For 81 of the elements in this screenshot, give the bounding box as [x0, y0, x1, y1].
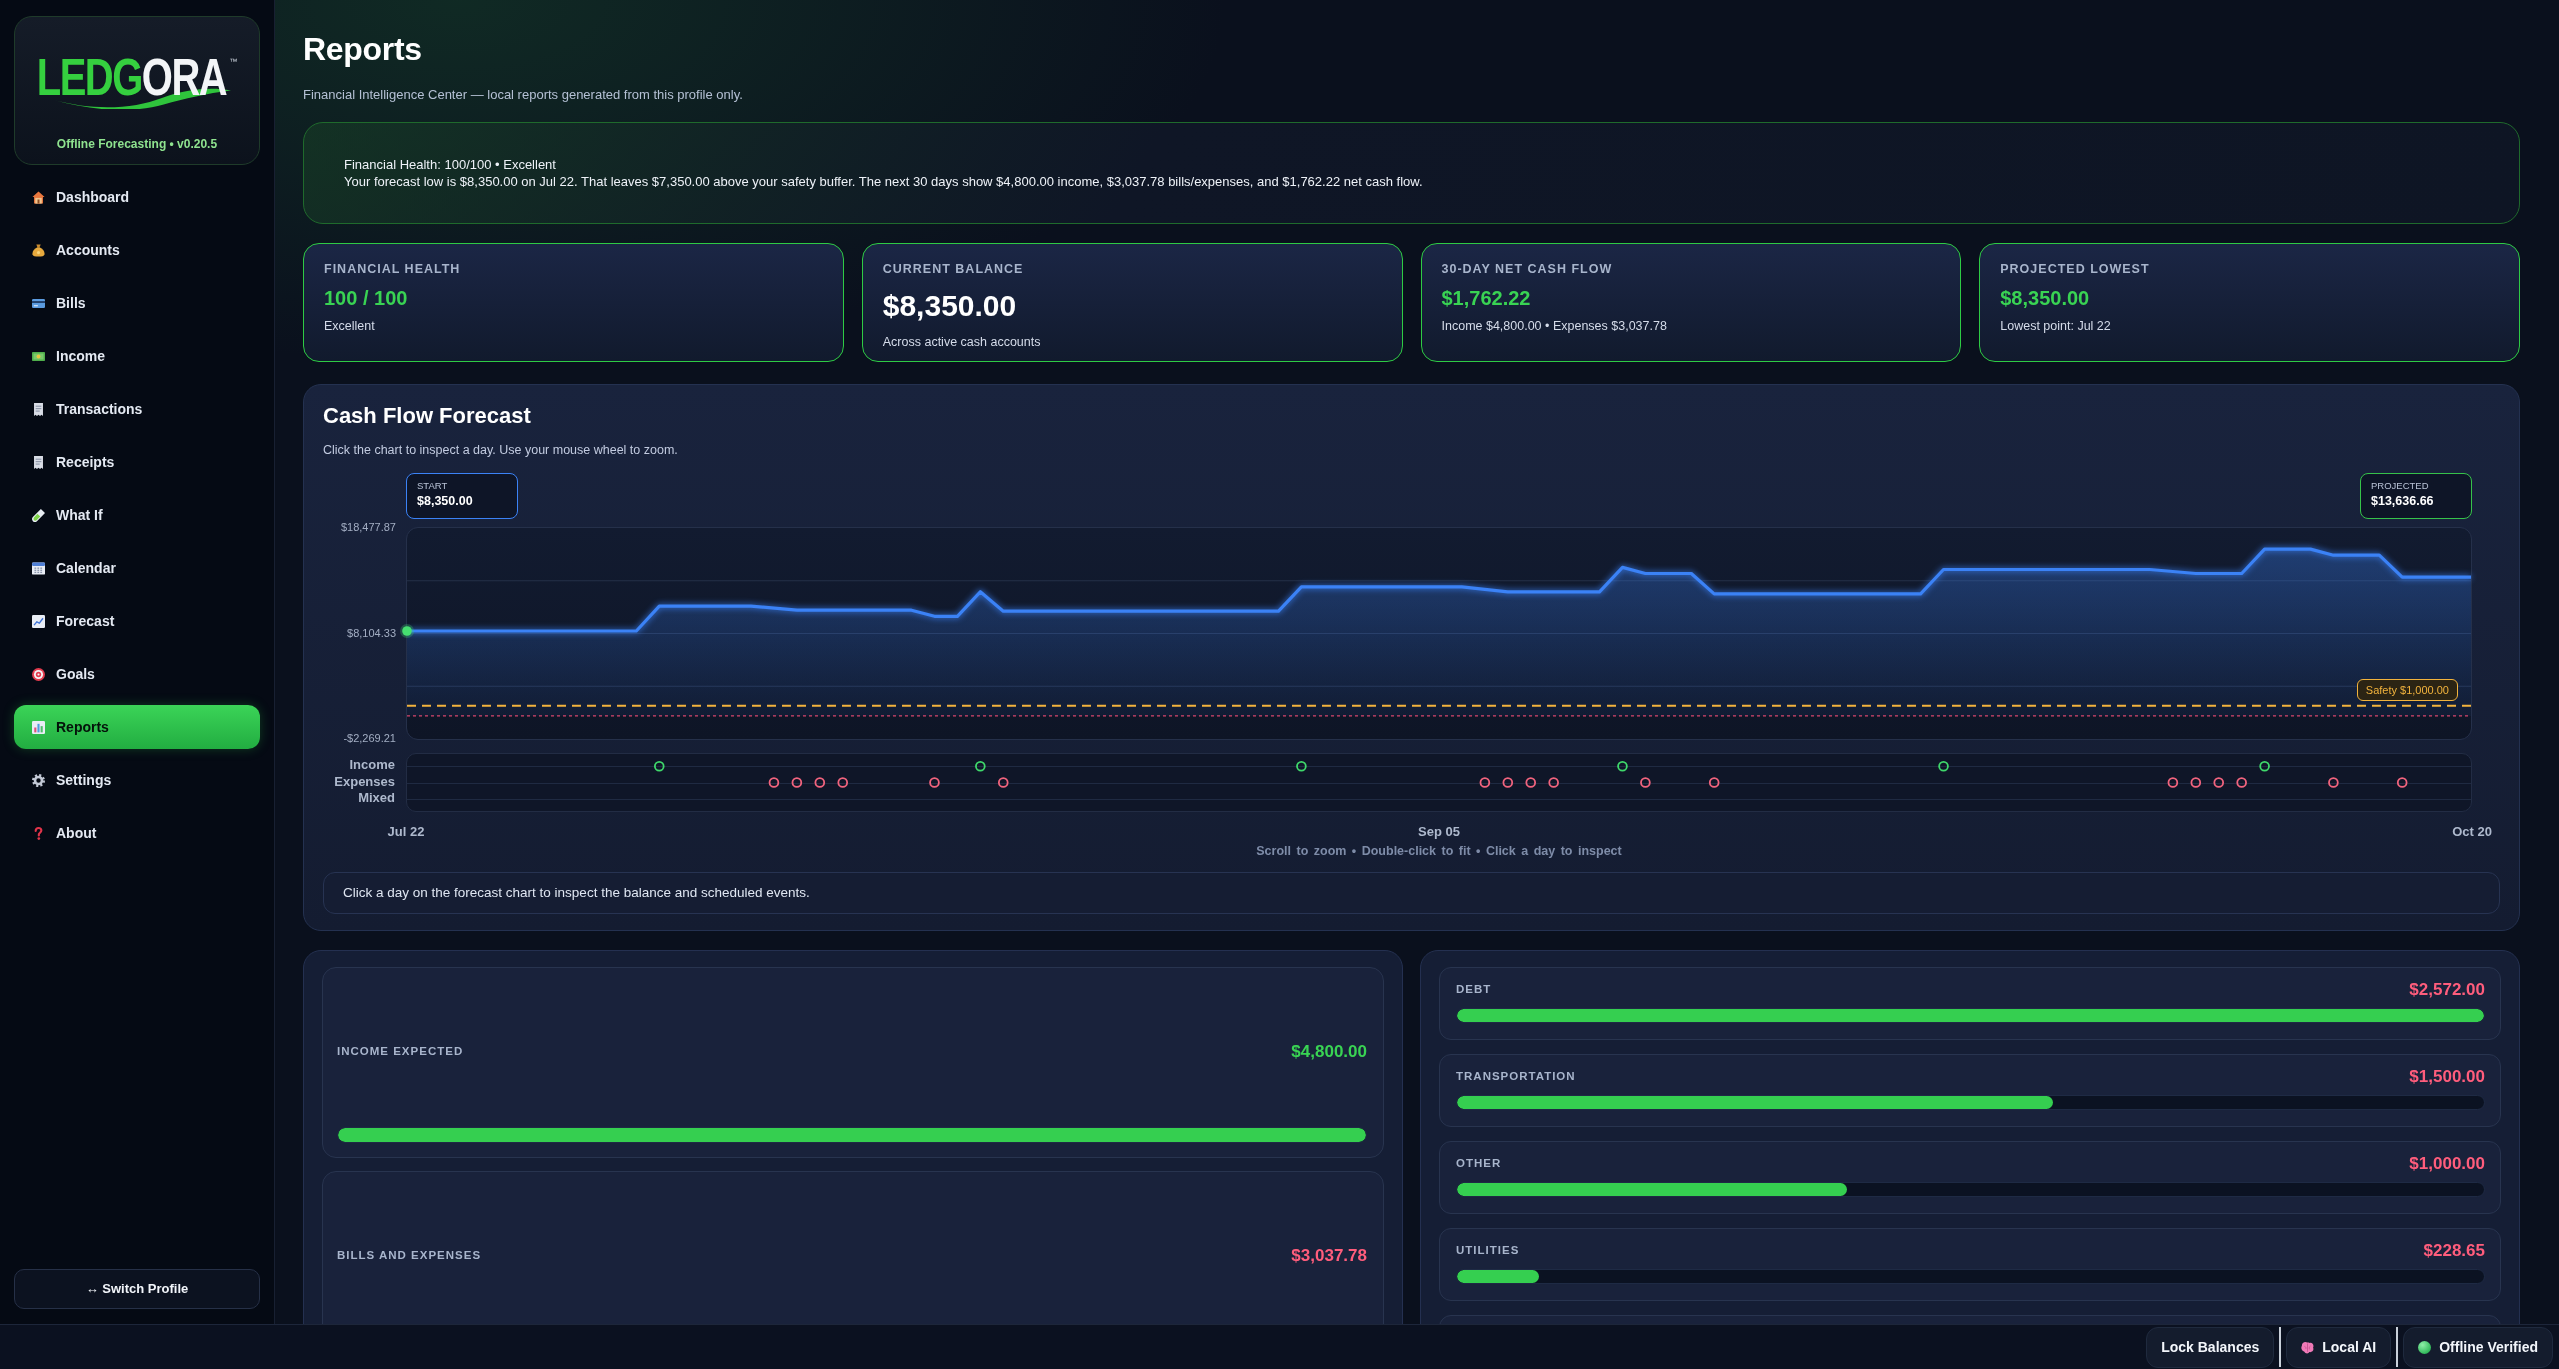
category-label: UTILITIES	[1456, 1243, 1520, 1259]
nav-item[interactable]: What If	[14, 493, 260, 537]
nav-item[interactable]: Settings	[14, 758, 260, 802]
nav-item[interactable]: Income	[14, 334, 260, 378]
health-summary: Your forecast low is $8,350.00 on Jul 22. That leaves $7,350.00 above your safety buffer. The next 30 days show $4,800.00 income, $3,037.78 bills/expenses, and $1,762.22 net cash flow.	[344, 173, 1424, 190]
nav-item[interactable]: Goals	[14, 652, 260, 696]
category-amount: $1,000.00	[2409, 1153, 2485, 1176]
bar-chart-icon	[32, 720, 45, 734]
stat-value: 100 / 100	[324, 286, 409, 311]
panel-subtitle: Click the chart to inspect a day. Use your mouse wheel to zoom.	[323, 442, 679, 459]
lane-label: Income	[349, 757, 395, 774]
banknote-icon	[32, 349, 45, 363]
status-dot-icon	[2418, 1341, 2432, 1354]
receipt-icon	[32, 455, 45, 469]
nav-item[interactable]: Receipts	[14, 440, 260, 484]
category-amount: $1,500.00	[2409, 1066, 2485, 1089]
stat-label: FINANCIAL HEALTH	[324, 261, 462, 278]
stat-value: $1,762.22	[1441, 286, 1532, 311]
category-label: OTHER	[1456, 1156, 1502, 1172]
page-subtitle: Financial Intelligence Center — local reports generated from this profile only.	[303, 86, 744, 104]
total-amount: $3,037.78	[1291, 1245, 1367, 1268]
status-button[interactable]: Offline Verified	[2403, 1327, 2553, 1368]
ledgora-logo: LEDGORA™	[30, 43, 244, 111]
nav-item[interactable]: Forecast	[14, 599, 260, 643]
gear-icon	[32, 773, 45, 787]
stat-value: $8,350.00	[882, 288, 1018, 324]
stat-note: Across active cash accounts	[882, 334, 1042, 351]
nav-item[interactable]: About	[14, 811, 260, 855]
stat-label: 30-DAY NET CASH FLOW	[1441, 261, 1614, 278]
panel-title: Cash Flow Forecast	[323, 402, 532, 430]
total-amount: $4,800.00	[1291, 1041, 1367, 1064]
nav-item[interactable]: Transactions	[14, 387, 260, 431]
stat-note: Income $4,800.00 • Expenses $3,037.78	[1441, 318, 1668, 335]
total-label: INCOME EXPECTED	[337, 1044, 464, 1060]
category-label: DEBT	[1456, 982, 1492, 998]
line-chart-icon	[32, 614, 45, 628]
test-tube-icon	[32, 508, 45, 522]
event-timeline[interactable]	[406, 753, 2472, 812]
lane-label: Mixed	[358, 789, 395, 806]
switch-profile-button[interactable]: ↔ Switch Profile	[14, 1269, 260, 1309]
status-button[interactable]: Lock Balances	[2146, 1327, 2275, 1368]
day-inspector: Click a day on the forecast chart to inspect the balance and scheduled events.	[323, 872, 2500, 914]
category-amount: $228.65	[2423, 1240, 2485, 1263]
calendar-icon	[32, 561, 45, 575]
nav-item[interactable]: Accounts	[14, 228, 260, 272]
status-button[interactable]: Local AI	[2286, 1327, 2392, 1368]
lane-label: Expenses	[334, 773, 395, 790]
badge-value: $8,350.00	[417, 493, 474, 510]
question-mark-icon	[32, 826, 45, 840]
nav-item[interactable]: Bills	[14, 281, 260, 325]
page-title: Reports	[303, 30, 423, 69]
receipt-icon	[32, 402, 45, 416]
start-point-marker	[400, 624, 414, 638]
chart-hint: Scroll to zoom • Double-click to fit • Click a day to inspect	[1255, 843, 1623, 860]
total-label: BILLS AND EXPENSES	[337, 1248, 482, 1264]
category-amount: $2,572.00	[2409, 979, 2485, 1002]
money-bag-icon	[32, 243, 45, 257]
badge-label: START	[417, 480, 449, 492]
house-icon	[32, 190, 45, 204]
brain-icon	[2301, 1341, 2315, 1354]
target-icon	[32, 667, 45, 681]
x-axis-label: Sep 05	[1418, 823, 1460, 841]
y-axis-label: -$2,269.21	[343, 731, 396, 746]
nav-item[interactable]: Dashboard	[14, 175, 260, 219]
nav-item[interactable]: Calendar	[14, 546, 260, 590]
x-axis-label: Oct 20	[2452, 823, 2492, 841]
x-axis-label: Jul 22	[387, 823, 425, 841]
stat-note: Lowest point: Jul 22	[2000, 318, 2112, 335]
stat-label: CURRENT BALANCE	[882, 261, 1025, 278]
badge-value: $13,636.66	[2371, 493, 2435, 510]
category-label: TRANSPORTATION	[1456, 1069, 1576, 1085]
app-tagline: Offline Forecasting • v0.20.5	[56, 136, 218, 152]
stat-label: PROJECTED LOWEST	[2000, 261, 2151, 278]
y-axis-label: $18,477.87	[340, 520, 396, 535]
y-axis-label: $8,104.33	[347, 625, 396, 641]
stat-value: $8,350.00	[2000, 286, 2091, 311]
nav-item[interactable]: Reports	[14, 705, 260, 749]
stat-note: Excellent	[324, 318, 376, 335]
credit-card-icon	[32, 296, 45, 310]
health-headline: Financial Health: 100/100 • Excellent	[344, 156, 557, 173]
badge-label: PROJECTED	[2371, 480, 2430, 492]
